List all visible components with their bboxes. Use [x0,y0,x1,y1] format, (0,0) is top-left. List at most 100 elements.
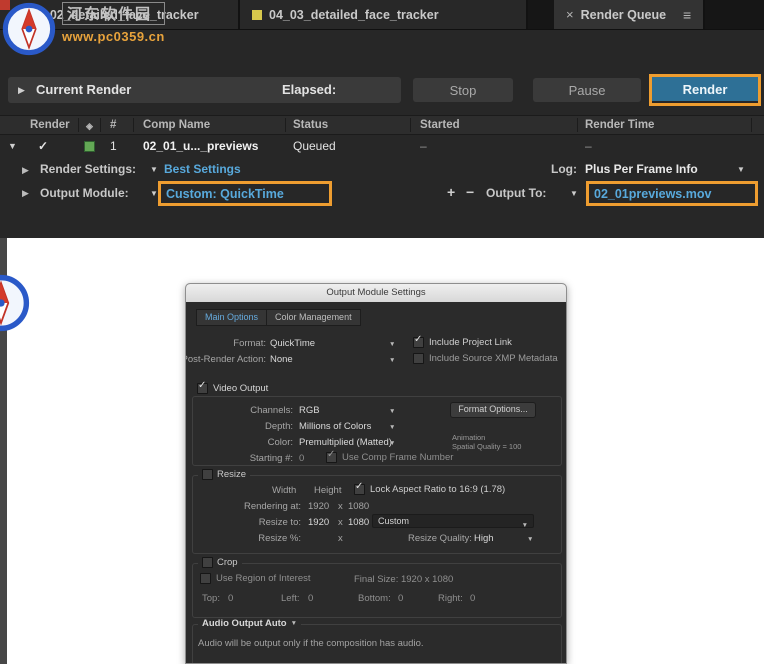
video-output-label: Video Output [213,383,269,394]
output-module-dropdown-icon[interactable]: ▼ [150,189,158,198]
starting-number-value[interactable]: 0 [299,453,304,464]
render-checkbox-checkmark-icon[interactable]: ✓ [38,139,48,153]
tab-main-options[interactable]: Main Options [196,309,268,326]
resize-checkbox[interactable]: Resize [198,469,251,480]
tab-color-management[interactable]: Color Management [266,309,361,326]
use-roi-checkbox[interactable]: Use Region of Interest [200,573,311,584]
resize-height-field[interactable]: 1080 [348,517,369,528]
output-module-annotation-box: Custom: QuickTime [158,181,332,206]
watermark-site-url: www.pc0359.cn [62,29,165,44]
render-settings-value-link[interactable]: Best Settings [164,162,241,176]
resize-preset-value: Custom [378,516,410,526]
include-project-link-checkbox[interactable]: ✓ Include Project Link [413,334,512,348]
output-to-value-link[interactable]: 02_01previews.mov [594,187,711,201]
crop-right-label: Right: [438,593,463,604]
column-render[interactable]: Render [30,119,70,131]
render-button[interactable]: Render [652,77,758,101]
log-value[interactable]: Plus Per Frame Info [585,162,698,176]
queue-item-comp-name[interactable]: 02_01_u..._previews [143,139,258,153]
post-render-dropdown-icon[interactable]: ▼ [389,357,395,364]
log-label: Log: [551,162,577,176]
column-status[interactable]: Status [293,119,328,131]
output-module-settings-dialog: Output Module Settings Main Options Color… [185,283,567,664]
current-render-bar[interactable]: ▶ Current Render Elapsed: [8,77,401,103]
pause-button[interactable]: Pause [533,78,641,102]
column-started[interactable]: Started [420,119,460,131]
codec-info: Animation Spatial Quality = 100 [452,433,521,451]
resize-preset-select[interactable]: Custom ▼ [372,514,534,529]
queue-item-status: Queued [293,139,336,153]
panel-menu-icon[interactable]: ≡ [683,7,691,23]
dialog-tabs: Main Options Color Management [196,309,361,326]
color-dropdown-icon[interactable]: ▼ [389,440,395,447]
include-project-link-label: Include Project Link [429,337,512,348]
add-output-icon[interactable]: + [447,184,455,200]
output-module-value-link[interactable]: Custom: QuickTime [166,187,284,201]
column-divider [577,118,578,132]
resize-label: Resize [217,469,247,480]
render-settings-dropdown-icon[interactable]: ▼ [150,165,158,174]
lock-aspect-label: Lock Aspect Ratio to 16:9 (1.78) [370,484,506,495]
depth-dropdown-icon[interactable]: ▼ [389,424,395,431]
channels-dropdown-icon[interactable]: ▼ [389,408,395,415]
crop-bottom-label: Bottom: [358,593,391,604]
depth-label: Depth: [265,421,293,432]
queue-item-number: 1 [110,139,117,153]
post-render-action-select[interactable]: None [270,354,293,365]
stop-button[interactable]: Stop [413,78,513,102]
close-icon[interactable]: × [566,7,574,22]
column-render-time[interactable]: Render Time [585,119,654,131]
include-xmp-label: Include Source XMP Metadata [429,353,558,364]
include-xmp-checkbox[interactable]: Include Source XMP Metadata [413,353,558,364]
queue-header-row: Render ◈ # Comp Name Status Started Rend… [0,115,764,135]
channels-select[interactable]: RGB [299,405,320,416]
audio-output-select[interactable]: Audio Output Auto ▼ [198,618,302,629]
render-settings-disclosure-icon[interactable]: ▶ [22,165,29,176]
tab-render-queue[interactable]: × Render Queue ≡ [554,0,706,29]
column-divider [751,118,752,132]
dimension-x: x [338,501,343,512]
format-label: Format: [233,338,266,349]
disclosure-triangle-icon[interactable]: ▶ [18,85,25,96]
crop-top-field[interactable]: 0 [228,593,233,604]
resize-preset-dropdown-icon: ▼ [521,522,528,529]
output-to-label: Output To: [486,186,547,200]
resize-width-field[interactable]: 1920 [308,517,329,528]
format-options-button[interactable]: Format Options... [450,402,536,418]
crop-bottom-field[interactable]: 0 [398,593,403,604]
crop-left-field[interactable]: 0 [308,593,313,604]
tab-label: 04_03_detailed_face_tracker [269,7,439,22]
lock-aspect-checkbox[interactable]: ✓ Lock Aspect Ratio to 16:9 (1.78) [354,481,506,495]
format-select[interactable]: QuickTime [270,338,315,349]
column-divider [133,118,134,132]
column-divider [285,118,286,132]
checkmark-icon: ✓ [198,380,207,391]
crop-label: Crop [217,557,238,568]
queue-item-render-time: – [585,139,592,153]
resize-quality-dropdown-icon[interactable]: ▼ [527,536,533,543]
audio-note: Audio will be output only if the composi… [198,638,424,649]
log-dropdown-icon[interactable]: ▼ [737,165,745,174]
expand-triangle-icon[interactable]: ▼ [8,141,17,151]
use-comp-frame-checkbox[interactable]: ✓ Use Comp Frame Number [326,449,453,463]
label-color-swatch[interactable] [84,141,95,152]
remove-output-icon[interactable]: − [466,184,474,200]
column-number[interactable]: # [110,119,116,131]
tab-gap [528,0,554,29]
output-to-dropdown-icon[interactable]: ▼ [570,189,578,198]
column-comp-name[interactable]: Comp Name [143,119,210,131]
checkmark-icon: ✓ [414,334,423,345]
resize-percent-label: Resize %: [258,533,301,544]
screenshot-root: 04_02_detailed_face_tracker 04_03_detail… [0,0,764,664]
output-module-disclosure-icon[interactable]: ▶ [22,188,29,199]
format-dropdown-icon[interactable]: ▼ [389,341,395,348]
resize-quality-select[interactable]: High [474,533,494,544]
video-output-checkbox[interactable]: ✓ Video Output [197,380,269,394]
depth-select[interactable]: Millions of Colors [299,421,371,432]
tab-comp-04-03[interactable]: 04_03_detailed_face_tracker [240,0,528,29]
render-settings-label: Render Settings: [40,162,137,176]
crop-checkbox[interactable]: Crop [198,557,242,568]
crop-group [192,563,562,618]
crop-right-field[interactable]: 0 [470,593,475,604]
color-select[interactable]: Premultiplied (Matted) [299,437,392,448]
